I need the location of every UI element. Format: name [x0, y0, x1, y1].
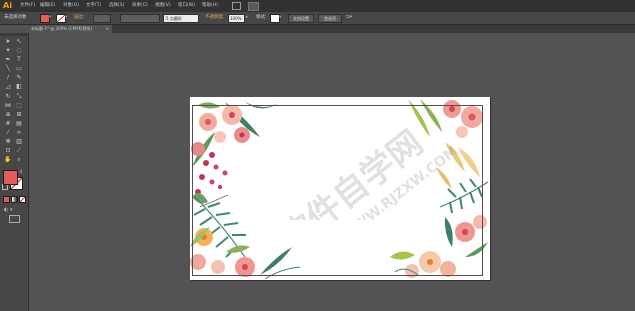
document-tab-title: 未标题-1* @ 300% (CMYK/预览): [31, 26, 93, 31]
swap-fill-stroke-icon[interactable]: ⤨: [18, 169, 22, 175]
document-setup-button[interactable]: 文档设置: [288, 14, 314, 23]
hand-tool-icon[interactable]: ✋: [4, 156, 12, 163]
width-tool-icon[interactable]: ⋈: [4, 102, 12, 109]
bridge-icon[interactable]: [232, 2, 241, 10]
symbol-sprayer-tool-icon[interactable]: ❋: [4, 138, 12, 145]
rectangle-tool-icon[interactable]: ▭: [15, 65, 23, 72]
pencil-tool-icon[interactable]: ✎: [15, 74, 23, 81]
preferences-button[interactable]: 首选项: [318, 14, 342, 23]
paintbrush-tool-icon[interactable]: ∕: [4, 74, 12, 81]
menu-help[interactable]: 帮助(H): [202, 0, 218, 12]
eraser-tool-icon[interactable]: ◧: [15, 83, 23, 90]
pen-tool-icon[interactable]: ✒: [4, 56, 12, 63]
eyedropper-tool-icon[interactable]: ⁄: [4, 129, 12, 136]
perspective-grid-tool-icon[interactable]: ⊞: [15, 111, 23, 118]
rotate-tool-icon[interactable]: ↻: [4, 93, 12, 100]
control-bar: 未选择对象 ▾ ▾ 描边: 5 点圆形 不透明度: 100% ▸ 样式: ▾ 文…: [0, 12, 635, 25]
direct-selection-tool-icon[interactable]: ↖: [15, 38, 23, 45]
svg-text:软件自学网: 软件自学网: [272, 123, 431, 220]
document-tab-bar: [28, 25, 635, 33]
illustrator-logo: Ai: [3, 1, 12, 10]
style-label: 样式:: [256, 15, 267, 20]
menu-bar: Ai 文件(F) 编辑(E) 对象(O) 文字(T) 选择(S) 效果(C) 视…: [0, 0, 635, 12]
gradient-tool-icon[interactable]: ▤: [15, 120, 23, 127]
scale-tool-icon[interactable]: ⤡: [15, 93, 23, 100]
menu-file[interactable]: 文件(F): [20, 0, 35, 12]
draw-mode-icon[interactable]: ◐ ▾: [4, 207, 12, 213]
screen-mode-icon[interactable]: [9, 215, 20, 223]
watermark: 软件自学网 WWW.RJZXW.COM: [212, 60, 462, 220]
blend-tool-icon[interactable]: ∞: [15, 129, 23, 136]
fill-dropdown-icon[interactable]: ▾: [49, 12, 51, 24]
gradient-mode-icon[interactable]: [11, 196, 18, 203]
brush-definition-select[interactable]: 5 点圆形: [163, 14, 199, 23]
tools-panel: ➤ ↖ ✦ ◌ ✒ T ╲ ▭ ∕ ✎ ◿ ◧ ↻ ⤡ ⋈ ⬚ ⊕ ⊞ # ▤ …: [0, 33, 29, 311]
selection-tool-icon[interactable]: ➤: [4, 38, 12, 45]
stroke-weight-input[interactable]: [93, 14, 111, 23]
document-tab[interactable]: 未标题-1* @ 300% (CMYK/预览) ×: [28, 25, 112, 33]
slice-tool-icon[interactable]: ⟋: [15, 147, 23, 154]
stroke-dropdown-icon[interactable]: ▾: [65, 12, 67, 24]
variable-width-profile[interactable]: [120, 14, 160, 23]
menu-window[interactable]: 窗口(W): [178, 0, 195, 12]
stroke-label[interactable]: 描边:: [74, 12, 85, 24]
menu-select[interactable]: 选择(S): [109, 0, 124, 12]
none-mode-icon[interactable]: [19, 196, 26, 203]
close-tab-icon[interactable]: ×: [106, 25, 109, 33]
fill-color-box-front[interactable]: [3, 170, 18, 185]
color-mode-icon[interactable]: [3, 196, 10, 203]
type-tool-icon[interactable]: T: [15, 56, 23, 63]
column-graph-tool-icon[interactable]: ▥: [15, 138, 23, 145]
arrange-documents-icon[interactable]: [248, 2, 259, 11]
watermark-text: 软件自学网 WWW.RJZXW.COM: [272, 123, 461, 220]
opacity-label[interactable]: 不透明度:: [205, 12, 225, 24]
opacity-input[interactable]: 100%: [228, 14, 245, 23]
artboard-tool-icon[interactable]: ⊡: [4, 147, 12, 154]
blob-brush-tool-icon[interactable]: ◿: [4, 83, 12, 90]
zoom-tool-icon[interactable]: ⌕: [15, 156, 23, 163]
tools-panel-header[interactable]: [0, 33, 28, 36]
menu-effect[interactable]: 效果(C): [132, 0, 148, 12]
magic-wand-tool-icon[interactable]: ✦: [4, 47, 12, 54]
lasso-tool-icon[interactable]: ◌: [15, 47, 23, 54]
selection-status: 未选择对象: [4, 15, 27, 20]
arrange-icon[interactable]: ⇆▾: [346, 12, 352, 24]
shape-builder-tool-icon[interactable]: ⊕: [4, 111, 12, 118]
mesh-tool-icon[interactable]: #: [4, 120, 12, 127]
style-dropdown-icon[interactable]: ▾: [279, 12, 281, 24]
line-tool-icon[interactable]: ╲: [4, 65, 12, 72]
free-transform-tool-icon[interactable]: ⬚: [15, 102, 23, 109]
menu-type[interactable]: 文字(T): [86, 0, 101, 12]
opacity-dropdown-icon[interactable]: ▸: [246, 12, 248, 24]
menu-edit[interactable]: 编辑(E): [40, 0, 55, 12]
menu-object[interactable]: 对象(O): [63, 0, 79, 12]
menu-view[interactable]: 视图(V): [155, 0, 171, 12]
